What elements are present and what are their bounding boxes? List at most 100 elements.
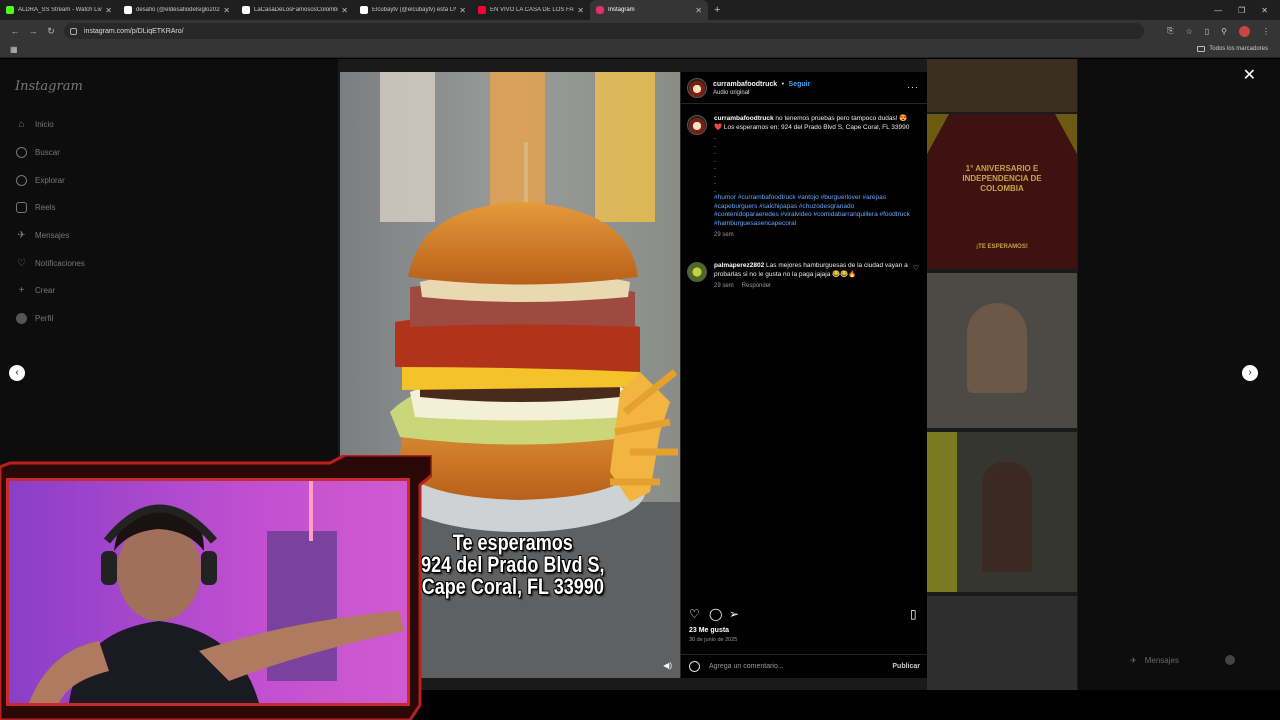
extensions-icon[interactable]: ⚲: [1221, 27, 1227, 36]
nav-label: Explorar: [35, 176, 65, 185]
tiktok-favicon-icon: [242, 6, 250, 14]
reels-icon: [16, 202, 27, 213]
all-bookmarks[interactable]: Todos los marcadores: [1197, 46, 1268, 52]
nav-label: Crear: [35, 286, 56, 295]
profile-avatar[interactable]: [1239, 25, 1250, 37]
nav-reels[interactable]: Reels: [16, 202, 55, 213]
nav-explorar[interactable]: Explorar: [16, 175, 65, 186]
close-icon[interactable]: ✕: [223, 6, 230, 15]
address-bar[interactable]: instagram.com/p/DLiqETKRAro/: [64, 23, 1144, 39]
comment-item: palmaperez2802 Las mejores hamburguesas …: [687, 262, 923, 291]
likes-count[interactable]: 23 Me gusta: [689, 627, 729, 634]
plus-icon: +: [18, 285, 25, 296]
nav-perfil[interactable]: Perfil: [16, 313, 53, 324]
site-info-icon[interactable]: [70, 27, 77, 35]
sound-icon[interactable]: ◀): [663, 661, 672, 670]
maximize-icon[interactable]: ❐: [1238, 6, 1245, 15]
grid-thumb[interactable]: [927, 596, 1077, 690]
comment-username[interactable]: palmaperez2802: [714, 262, 764, 269]
comment-icon[interactable]: ◯: [709, 607, 722, 621]
emoji-icon[interactable]: [689, 661, 700, 672]
browser-tab[interactable]: LaCasaDeLosFamososColombia ✕: [236, 0, 354, 20]
close-icon[interactable]: ✕: [459, 6, 466, 15]
reply-button[interactable]: Responder: [742, 283, 771, 289]
caption-time: 29 sem: [714, 232, 734, 238]
grid-thumb[interactable]: [927, 273, 1077, 428]
apps-icon[interactable]: ▦: [10, 45, 18, 54]
url-text: instagram.com/p/DLiqETKRAro/: [84, 27, 184, 35]
browser-tab-active[interactable]: Instagram ✕: [590, 0, 708, 20]
nav-notificaciones[interactable]: ♡ Notificaciones: [16, 258, 85, 269]
home-icon: ⌂: [18, 119, 25, 130]
close-icon[interactable]: ✕: [577, 6, 584, 15]
nav-mensajes[interactable]: ✈ Mensajes: [16, 230, 69, 241]
sidepanel-icon[interactable]: ▯: [1205, 27, 1209, 36]
overlay-line: 924 del Prado Blvd S,: [421, 552, 605, 577]
tiktok-favicon-icon: [360, 6, 368, 14]
bookmark-icon[interactable]: ▯: [910, 607, 917, 621]
close-icon[interactable]: ✕: [1243, 65, 1256, 85]
tab-label: ALDRA_SS Stream - Watch Live: [18, 7, 103, 13]
post-date: 30 de junio de 2025: [689, 637, 738, 643]
browser-tab[interactable]: ALDRA_SS Stream - Watch Live ✕: [0, 0, 118, 20]
previous-post-icon[interactable]: ‹: [9, 365, 25, 381]
nav-crear[interactable]: + Crear: [16, 285, 55, 296]
audio-label[interactable]: Audio original: [713, 89, 810, 98]
grid-thumb-promo[interactable]: 1° ANIVERSARIO E INDEPENDENCIA DE COLOMB…: [927, 114, 1077, 269]
instagram-favicon-icon: [596, 6, 604, 14]
author-avatar[interactable]: [687, 115, 707, 135]
grid-thumb[interactable]: [927, 59, 1077, 112]
nav-inicio[interactable]: ⌂ Inicio: [16, 119, 53, 130]
browser-tab[interactable]: EN VIVO LA CASA DE LOS FAMOSOS✕: [472, 0, 590, 20]
tab-label: desafio (@eldesafiodelsiglo2024): [136, 7, 221, 13]
messages-label: Mensajes: [1144, 655, 1179, 665]
star-icon[interactable]: ☆: [1186, 27, 1193, 36]
like-icon[interactable]: ♡: [689, 607, 700, 621]
nav-label: Perfil: [35, 314, 54, 323]
close-window-icon[interactable]: ✕: [1261, 6, 1268, 15]
close-icon[interactable]: ✕: [105, 6, 112, 15]
more-options-icon[interactable]: ···: [907, 82, 919, 92]
heart-icon: ♡: [17, 258, 26, 269]
caption-username[interactable]: currambafoodtruck: [714, 115, 774, 122]
promo-title: 1° ANIVERSARIO E INDEPENDENCIA DE COLOMB…: [962, 164, 1042, 193]
reload-icon[interactable]: ↻: [42, 26, 60, 37]
share-icon[interactable]: ➢: [729, 607, 739, 621]
author-username[interactable]: currambafoodtruck: [713, 81, 777, 88]
forward-icon[interactable]: →: [24, 26, 42, 36]
post-header: currambafoodtruck • Seguir Audio origina…: [681, 72, 927, 104]
comment-input[interactable]: Agrega un comentario...: [709, 663, 892, 670]
close-icon[interactable]: ✕: [695, 6, 702, 15]
like-comment-icon[interactable]: ♡: [913, 264, 919, 272]
browser-tab[interactable]: Elcubaytv (@elcubaytv) está LIVE ✕: [354, 0, 472, 20]
new-tab-button[interactable]: +: [714, 4, 720, 16]
close-icon[interactable]: ✕: [341, 6, 348, 15]
next-post-icon[interactable]: ›: [1242, 365, 1258, 381]
nav-label: Notificaciones: [35, 259, 85, 268]
bookmarks-bar: ▦ Todos los marcadores: [0, 42, 1280, 58]
tab-label: LaCasaDeLosFamososColombia: [254, 7, 339, 13]
nav-buscar[interactable]: Buscar: [16, 147, 60, 158]
post-caption: currambafoodtruck no tenemos pruebas per…: [687, 115, 923, 240]
publish-button[interactable]: Publicar: [892, 663, 920, 670]
instagram-logo[interactable]: Instagram: [15, 79, 83, 94]
messages-widget[interactable]: ✈ Mensajes: [1130, 650, 1250, 670]
tab-label: Instagram: [608, 7, 635, 13]
commenter-avatar[interactable]: [687, 262, 707, 282]
overlay-line: Cape Coral, FL 33990: [421, 574, 604, 599]
browser-tab[interactable]: desafio (@eldesafiodelsiglo2024) ✕: [118, 0, 236, 20]
folder-icon: [1197, 46, 1206, 52]
menu-icon[interactable]: ⋮: [1262, 27, 1270, 36]
messages-icon: ✈: [17, 230, 26, 241]
follow-button[interactable]: Seguir: [789, 81, 811, 88]
grid-thumb[interactable]: [927, 432, 1077, 592]
add-comment-bar: Agrega un comentario... Publicar: [681, 654, 928, 678]
author-avatar[interactable]: [687, 77, 707, 98]
nav-label: Mensajes: [35, 231, 70, 240]
install-icon[interactable]: ⎘: [1167, 26, 1173, 36]
back-icon[interactable]: ←: [6, 26, 24, 36]
caption-hashtags[interactable]: #humor #currambafoodtruck #antojo #burgu…: [714, 194, 914, 228]
all-bookmarks-label: Todos los marcadores: [1209, 46, 1268, 52]
minimize-icon[interactable]: —: [1214, 6, 1222, 15]
tiktok-favicon-icon: [124, 6, 132, 14]
